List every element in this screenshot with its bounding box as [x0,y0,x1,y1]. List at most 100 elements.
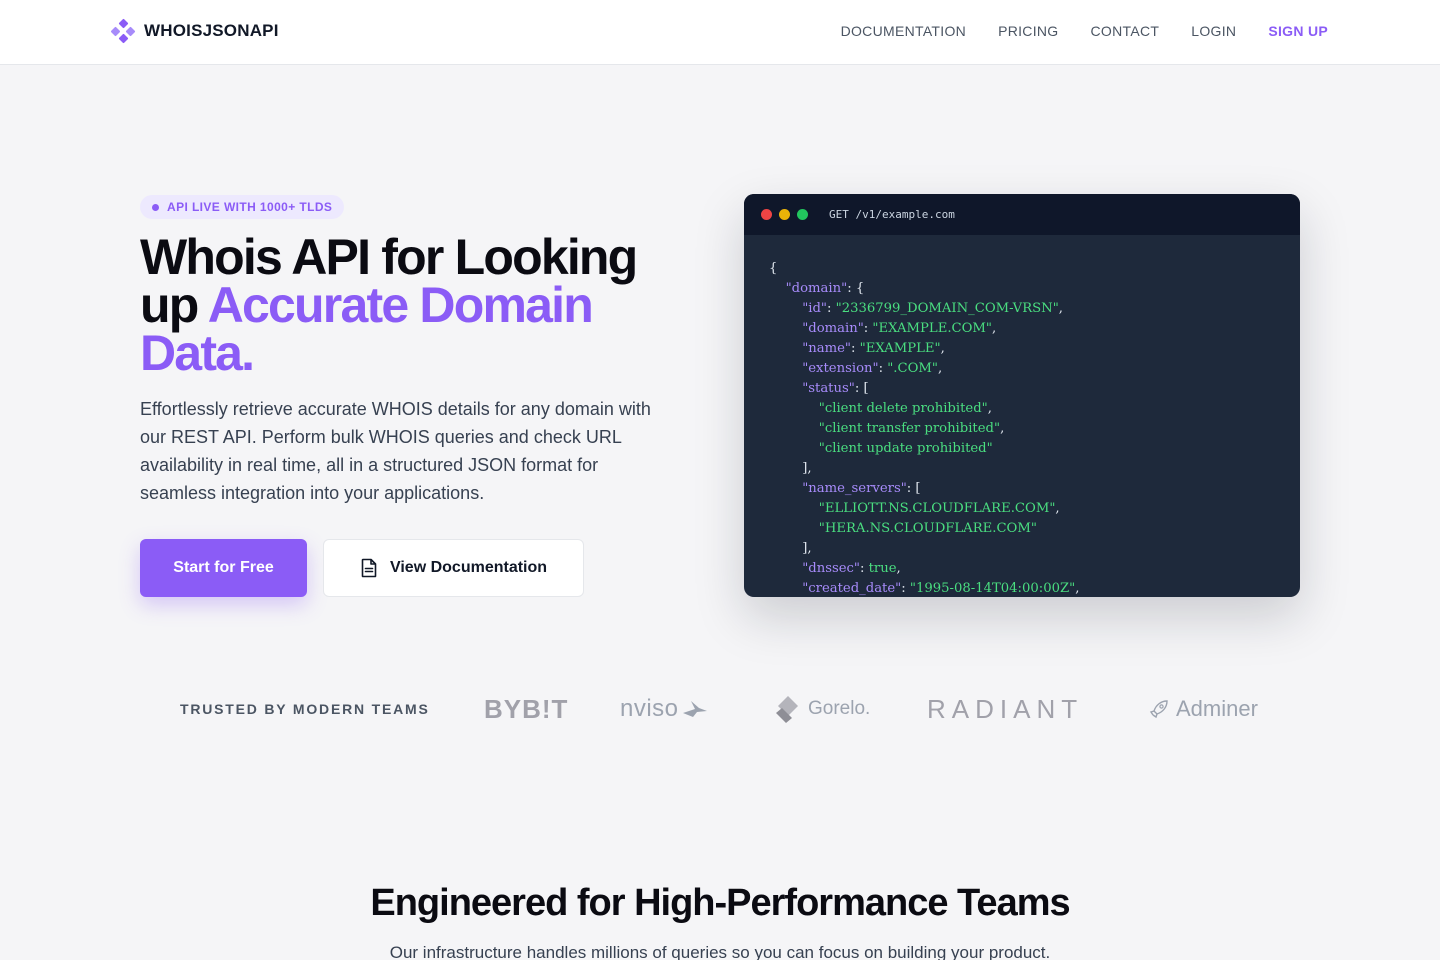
nav-link-login[interactable]: LOGIN [1191,23,1236,39]
code-line: ], [769,539,1300,559]
status-badge-text: API LIVE WITH 1000+ TLDS [167,200,333,214]
json-value: "EXAMPLE" [859,341,941,356]
brand-logo-radiant: RADIANT [927,692,1083,726]
json-punct: , [940,341,945,356]
json-value: "ELLIOTT.NS.CLOUDFLARE.COM" [818,501,1056,516]
json-key: "dnssec" [802,561,860,576]
minimize-dot-icon [779,209,790,220]
json-punct: , [1055,501,1060,516]
section-title: Engineered for High-Performance Teams [370,882,1070,924]
json-key: "created_date" [802,581,902,596]
code-line: "status": [ [769,379,1300,399]
start-for-free-button[interactable]: Start for Free [140,539,307,597]
code-line: "client update prohibited" [769,439,1300,459]
logo-diamond-icon [110,18,136,44]
code-line: "domain": { [769,279,1300,299]
json-punct: , [1075,581,1080,596]
document-icon [361,558,377,578]
nav-link-signup[interactable]: SIGN UP [1268,23,1328,39]
json-punct: , [1058,301,1063,316]
status-badge: API LIVE WITH 1000+ TLDS [140,195,345,219]
close-dot-icon [761,209,772,220]
logo-text: WHOISJSONAPI [144,21,279,40]
json-value: ".COM" [887,361,938,376]
hero-title: Whois API for Looking up Accurate Domain… [140,232,700,378]
json-key: "id" [802,301,827,316]
brand-bybit-text: BYB!T [484,693,569,724]
json-punct: : [826,301,836,316]
json-punct: : [859,561,869,576]
request-path: GET /v1/example.com [829,208,955,221]
code-window-header: GET /v1/example.com [744,194,1300,235]
api-response-window: GET /v1/example.com {"domain": {"id": "2… [744,194,1300,597]
json-key: "domain" [785,281,848,296]
code-line: "HERA.NS.CLOUDFLARE.COM" [769,519,1300,539]
json-value: "2336799_DOMAIN_COM-VRSN" [835,301,1059,316]
json-punct: ], [802,541,812,556]
code-line: "dnssec": true, [769,559,1300,579]
trusted-label: TRUSTED BY MODERN TEAMS [180,701,430,717]
code-line: "ELLIOTT.NS.CLOUDFLARE.COM", [769,499,1300,519]
json-value: "client update prohibited" [818,441,993,456]
json-punct: , [991,321,997,336]
json-punct: , [987,401,992,416]
hero-description: Effortlessly retrieve accurate WHOIS det… [140,399,651,503]
json-value: "1995-08-14T04:00:00Z" [909,581,1076,596]
json-key: "domain" [802,321,864,336]
brand-gorelo-text: Gorelo. [808,698,871,719]
section-subtitle: Our infrastructure handles millions of q… [389,943,1051,960]
json-value: true [868,561,897,576]
json-punct: : { [847,281,865,296]
brand-logo-gorelo: Gorelo. [774,692,870,726]
json-response-body: {"domain": {"id": "2336799_DOMAIN_COM-VR… [744,235,1300,597]
code-line: "extension": ".COM", [769,359,1300,379]
brand-nviso-text: nviso [620,695,679,722]
brand-logo[interactable]: WHOISJSONAPI [110,18,279,44]
code-line: "client delete prohibited", [769,399,1300,419]
json-value: "client delete prohibited" [818,401,988,416]
json-punct: { [769,261,778,276]
json-punct: : [901,581,910,596]
json-key: "name_servers" [802,481,907,496]
brand-logo-bybit: BYB!T [484,692,568,726]
view-documentation-button[interactable]: View Documentation [323,539,584,597]
json-value: "HERA.NS.CLOUDFLARE.COM" [818,521,1037,536]
json-value: "client transfer prohibited" [818,421,1001,436]
brand-radiant-text: RADIANT [927,693,1084,724]
json-punct: , [1000,421,1005,436]
top-navbar: WHOISJSONAPI DOCUMENTATION PRICING CONTA… [0,0,1440,65]
maximize-dot-icon [797,209,808,220]
nav-links: DOCUMENTATION PRICING CONTACT LOGIN SIGN… [841,23,1328,39]
gorelo-mark-icon [776,696,798,723]
rocket-icon [1149,700,1168,719]
json-punct: : [850,341,860,356]
json-key: "status" [802,381,855,396]
code-line: "client transfer prohibited", [769,419,1300,439]
nav-link-contact[interactable]: CONTACT [1091,23,1160,39]
brand-logo-nviso: nviso [620,692,709,726]
bird-icon [682,701,707,717]
json-punct: , [937,361,943,376]
live-dot-icon [152,203,159,211]
json-value: "EXAMPLE.COM" [872,321,992,336]
code-line: "id": "2336799_DOMAIN_COM-VRSN", [769,299,1300,319]
hero-title-accent: Accurate Domain Data. [140,277,594,381]
json-punct: : [878,361,888,376]
json-punct: ], [802,461,812,476]
json-punct: , [896,561,901,576]
code-line: "created_date": "1995-08-14T04:00:00Z", [769,579,1300,597]
json-punct: : [ [854,381,869,396]
code-line: "name_servers": [ [769,479,1300,499]
json-punct: : [ [906,481,921,496]
brand-adminer-text: Adminer [1176,696,1258,721]
code-line: "domain": "EXAMPLE.COM", [769,319,1300,339]
nav-link-documentation[interactable]: DOCUMENTATION [841,23,966,39]
json-key: "name" [802,341,851,356]
code-line: { [769,259,1300,279]
code-line: ], [769,459,1300,479]
brand-logo-adminer: Adminer [1148,692,1258,726]
nav-link-pricing[interactable]: PRICING [998,23,1058,39]
code-line: "name": "EXAMPLE", [769,339,1300,359]
view-documentation-label: View Documentation [389,559,548,576]
json-key: "extension" [802,361,879,376]
